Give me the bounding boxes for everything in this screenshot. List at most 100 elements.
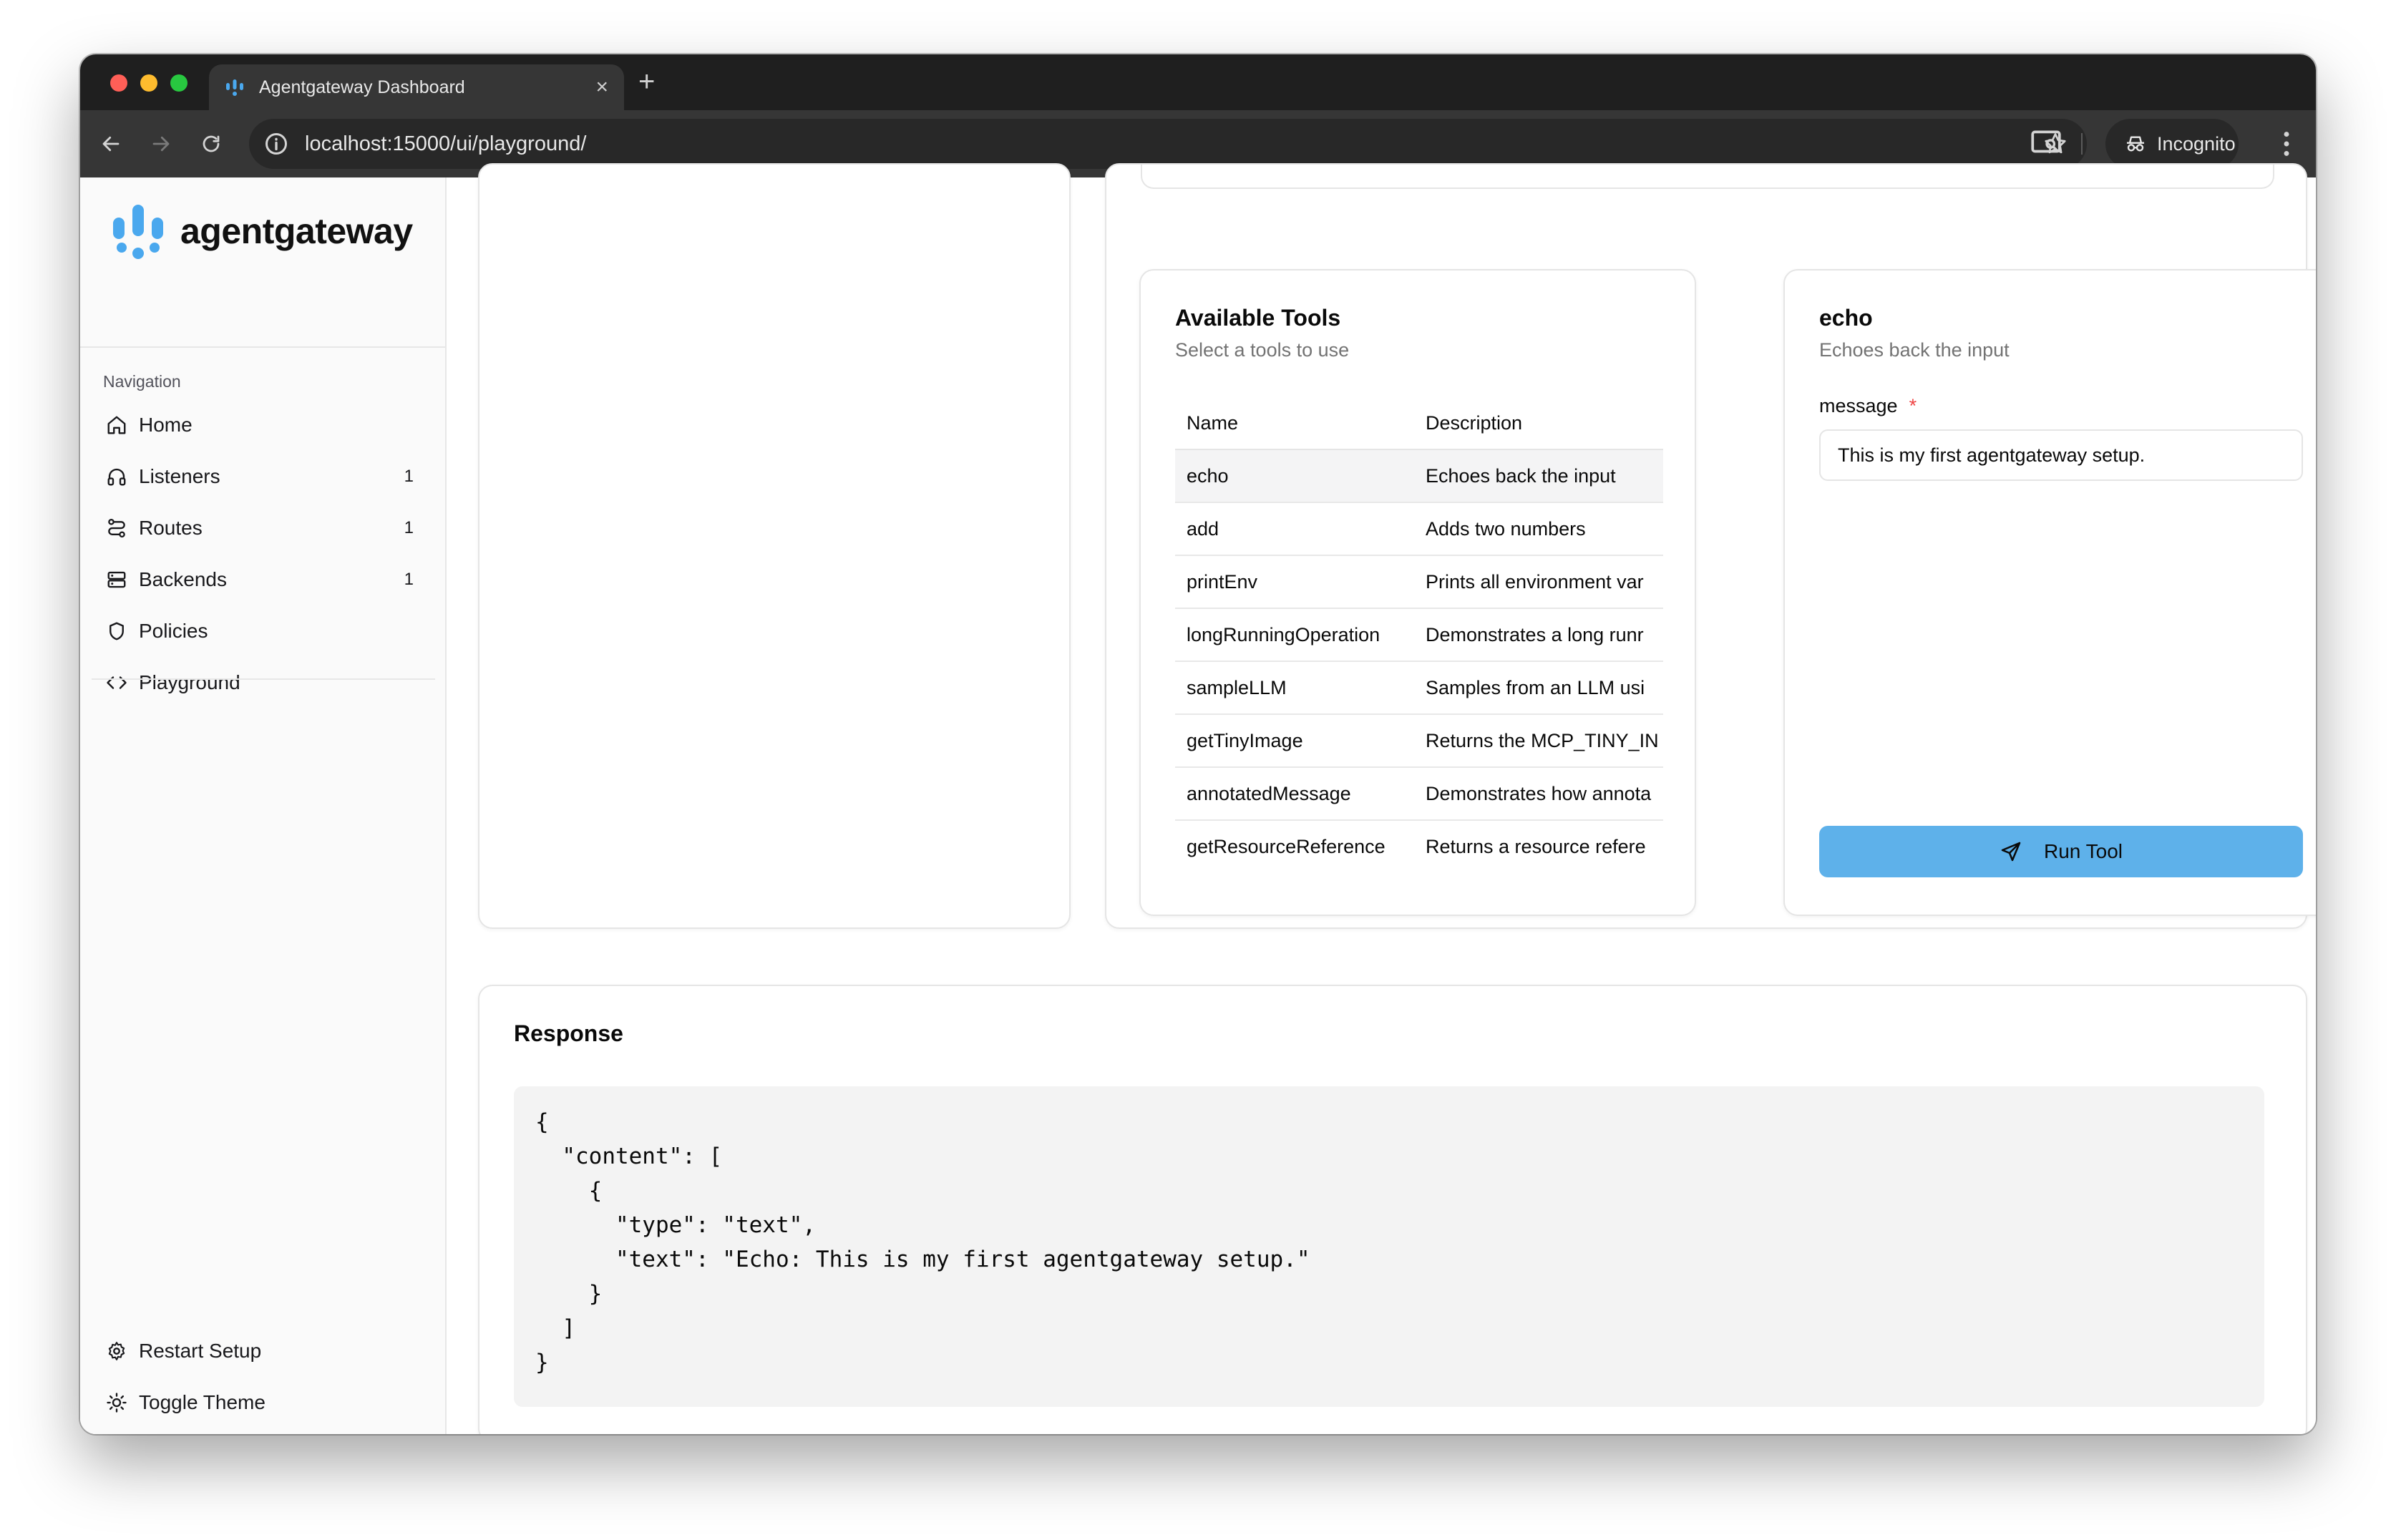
tab-close-icon[interactable]: × <box>595 77 608 98</box>
response-title: Response <box>514 1020 623 1046</box>
sidebar-item-label: Toggle Theme <box>139 1391 266 1413</box>
sidebar-item-label: Backends <box>139 568 227 590</box>
forward-button[interactable] <box>143 126 179 162</box>
tool-description: Returns a resource refere <box>1426 836 1646 857</box>
table-row[interactable]: sampleLLM Samples from an LLM usi <box>1175 661 1663 715</box>
column-header-description: Description <box>1414 398 1663 450</box>
table-header-row: Name Description <box>1175 398 1663 450</box>
toggle-theme-button[interactable]: Toggle Theme <box>94 1377 432 1428</box>
sidebar-item-label: Listeners <box>139 465 220 487</box>
tool-form-card: echo Echoes back the input message * Run … <box>1783 269 2316 916</box>
tool-description: Echoes back the input <box>1414 449 1663 503</box>
response-code-block[interactable]: { "content": [ { "type": "text", "text":… <box>514 1086 2264 1407</box>
sidebar-item-playground[interactable]: Playground <box>94 657 432 708</box>
shield-icon <box>104 619 129 643</box>
tool-name: getResourceReference <box>1187 836 1386 857</box>
table-row[interactable]: longRunningOperation Demonstrates a long … <box>1175 608 1663 662</box>
tool-form-title: echo <box>1819 305 1873 331</box>
tool-description: Returns the MCP_TINY_IN <box>1414 714 1663 768</box>
sidebar-item-routes[interactable]: Routes 1 <box>94 502 432 554</box>
sidebar-item-backends[interactable]: Backends 1 <box>94 554 432 605</box>
sidebar-item-label: Restart Setup <box>139 1340 262 1362</box>
required-mark: * <box>1909 395 1917 416</box>
close-window-button[interactable] <box>110 74 127 92</box>
message-input[interactable] <box>1819 429 2303 481</box>
sidebar-item-count: 1 <box>404 570 414 589</box>
more-menu-icon[interactable] <box>2270 127 2303 160</box>
response-card: Response { "content": [ { "type": "text"… <box>478 985 2307 1434</box>
sidebar-item-home[interactable]: Home <box>94 399 432 451</box>
tool-name: longRunningOperation <box>1175 608 1414 662</box>
browser-tab[interactable]: Agentgateway Dashboard × <box>209 64 624 110</box>
sidebar-item-count: 1 <box>404 518 414 537</box>
previous-card-edge <box>1141 165 2274 189</box>
tool-description: Samples from an LLM usi <box>1414 661 1663 715</box>
sidebar-item-listeners[interactable]: Listeners 1 <box>94 451 432 502</box>
address-bar[interactable]: localhost:15000/ui/playground/ <box>249 119 2087 169</box>
server-icon <box>104 567 129 592</box>
site-info-icon[interactable] <box>263 131 289 157</box>
reload-button[interactable] <box>193 126 229 162</box>
message-label-text: message <box>1819 395 1898 416</box>
headphones-icon <box>104 464 129 489</box>
main-area: Available Tools Select a tools to use Na… <box>448 163 2316 1434</box>
sidebar: agentgateway Navigation Home Listeners 1… <box>80 177 447 1434</box>
table-row[interactable]: add Adds two numbers <box>1175 502 1663 556</box>
tab-search-icon[interactable] <box>2028 125 2064 160</box>
tool-description: Demonstrates a long runr <box>1414 608 1663 662</box>
divider <box>80 346 445 348</box>
tool-form-subtitle: Echoes back the input <box>1819 339 2010 361</box>
tool-name: annotatedMessage <box>1175 767 1414 821</box>
sidebar-item-label: Home <box>139 414 193 436</box>
send-icon <box>2001 842 2021 862</box>
tool-name: add <box>1175 502 1414 556</box>
tab-strip: Agentgateway Dashboard × + <box>80 54 2316 110</box>
sidebar-item-policies[interactable]: Policies <box>94 605 432 657</box>
new-tab-button[interactable]: + <box>638 67 655 96</box>
sidebar-nav: Home Listeners 1 Routes 1 Backends 1 Pol… <box>94 399 432 708</box>
tools-title: Available Tools <box>1175 305 1341 331</box>
sun-icon <box>104 1390 129 1415</box>
connection-panel <box>478 163 1071 929</box>
table-row[interactable]: annotatedMessage Demonstrates how annota <box>1175 767 1663 821</box>
window-controls <box>110 74 188 92</box>
tool-name: printEnv <box>1175 555 1414 609</box>
page-content: agentgateway Navigation Home Listeners 1… <box>80 163 2316 1434</box>
sidebar-item-label: Routes <box>139 517 203 539</box>
back-button[interactable] <box>93 126 129 162</box>
sidebar-item-label: Playground <box>139 671 240 693</box>
brand[interactable]: agentgateway <box>112 202 413 260</box>
code-icon <box>104 671 129 695</box>
minimize-window-button[interactable] <box>140 74 157 92</box>
nav-section-label: Navigation <box>103 372 181 391</box>
maximize-window-button[interactable] <box>170 74 188 92</box>
table-row[interactable]: getTinyImage Returns the MCP_TINY_IN <box>1175 714 1663 768</box>
table-row[interactable]: getResourceReference Returns a resource r… <box>1175 820 1663 873</box>
sidebar-footer: Restart Setup Toggle Theme <box>94 1325 432 1428</box>
sidebar-item-label: Policies <box>139 620 208 642</box>
url-text: localhost:15000/ui/playground/ <box>305 132 587 155</box>
tool-name: getTinyImage <box>1175 714 1414 768</box>
tool-name: sampleLLM <box>1175 661 1414 715</box>
tool-description: Adds two numbers <box>1414 502 1663 556</box>
toolbar-divider <box>2081 133 2083 155</box>
table-row[interactable]: echo Echoes back the input <box>1175 449 1663 503</box>
arrow-right-icon <box>152 136 170 152</box>
column-header-name: Name <box>1175 398 1414 450</box>
response-json: { "content": [ { "type": "text", "text":… <box>535 1109 1310 1375</box>
reload-icon <box>203 135 220 152</box>
run-tool-label: Run Tool <box>2043 840 2123 862</box>
table-row[interactable]: printEnv Prints all environment var <box>1175 555 1663 609</box>
tool-description: Demonstrates how annota <box>1414 767 1663 821</box>
arrow-left-icon <box>102 136 120 152</box>
gear-icon <box>104 1339 129 1363</box>
divider <box>92 678 435 680</box>
run-tool-button[interactable]: Run Tool <box>1819 826 2303 877</box>
restart-setup-button[interactable]: Restart Setup <box>94 1325 432 1377</box>
browser-window: Agentgateway Dashboard × + localhost:150… <box>80 54 2316 1434</box>
tool-description: Prints all environment var <box>1414 555 1663 609</box>
agentgateway-favicon-icon <box>226 79 243 96</box>
incognito-badge[interactable]: Incognito <box>2105 119 2239 169</box>
route-icon <box>104 516 129 540</box>
tools-subtitle: Select a tools to use <box>1175 339 1350 361</box>
